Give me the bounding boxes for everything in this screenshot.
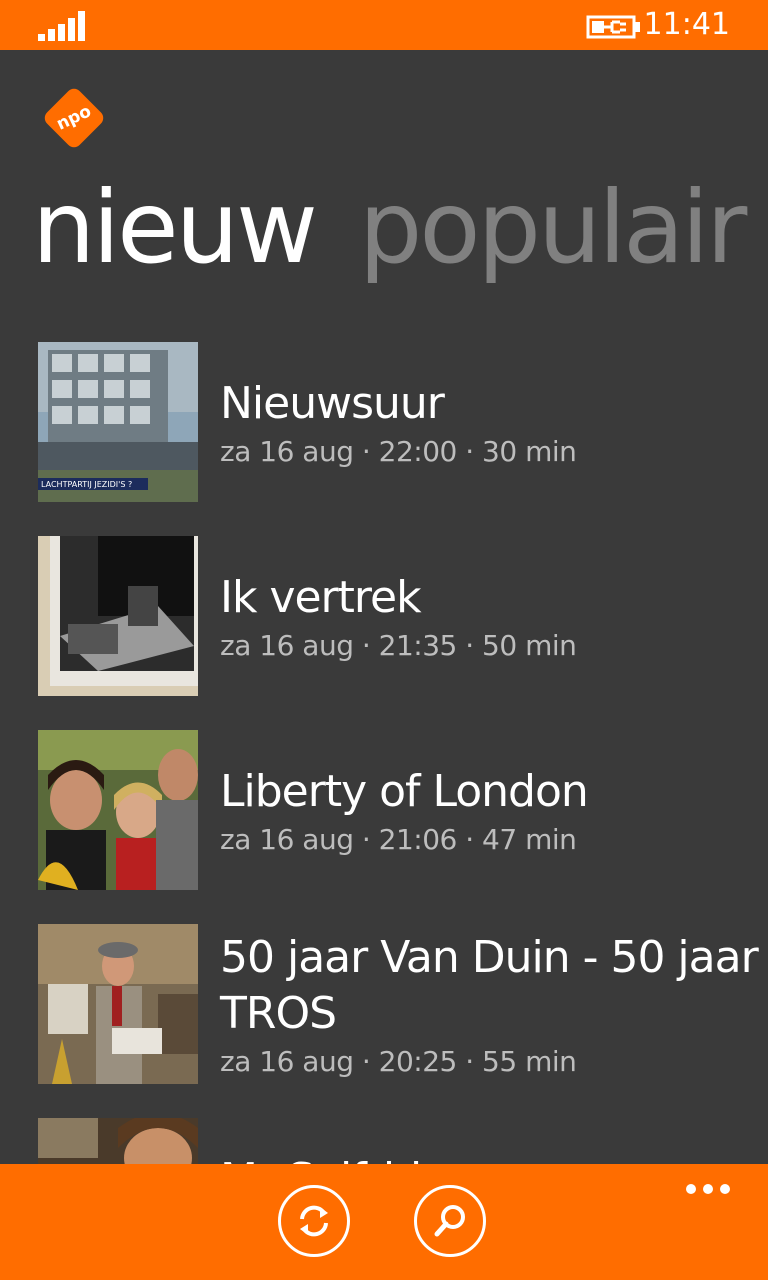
episode-text: Liberty of London za 16 aug · 21:06 · 47… bbox=[220, 764, 760, 860]
episode-text: 50 jaar Van Duin - 50 jaar TROS za 16 au… bbox=[220, 930, 760, 1082]
episode-title: Ik vertrek bbox=[220, 572, 422, 623]
episode-thumbnail bbox=[38, 924, 198, 1084]
signal-strength-icon bbox=[38, 11, 88, 41]
svg-text:LACHTPARTIJ JEZIDI'S ?: LACHTPARTIJ JEZIDI'S ? bbox=[41, 480, 132, 489]
episode-thumbnail bbox=[38, 730, 198, 890]
episode-text: Ik vertrek za 16 aug · 21:35 · 50 min bbox=[220, 570, 760, 666]
episode-thumbnail bbox=[38, 536, 198, 696]
episode-meta: za 16 aug · 20:25 · 55 min bbox=[220, 1045, 577, 1078]
list-item[interactable]: Ik vertrek za 16 aug · 21:35 · 50 min bbox=[38, 536, 768, 696]
episode-meta: za 16 aug · 21:06 · 47 min bbox=[220, 823, 577, 856]
episode-thumbnail: LACHTPARTIJ JEZIDI'S ? bbox=[38, 342, 198, 502]
episode-meta: za 16 aug · 22:00 · 30 min bbox=[220, 435, 577, 468]
episode-title: 50 jaar Van Duin - 50 jaar TROS bbox=[220, 932, 759, 1039]
episode-meta: za 16 aug · 21:35 · 50 min bbox=[220, 629, 577, 662]
pivot-header: nieuw populair bbox=[32, 168, 747, 288]
npo-logo-icon: npo bbox=[38, 82, 110, 154]
episode-title: Nieuwsuur bbox=[220, 378, 445, 429]
battery-charging-icon bbox=[586, 13, 642, 41]
list-item[interactable]: Liberty of London za 16 aug · 21:06 · 47… bbox=[38, 730, 768, 890]
episode-title: Liberty of London bbox=[220, 766, 589, 817]
search-button[interactable] bbox=[414, 1185, 486, 1257]
status-bar: 11:41 bbox=[0, 0, 768, 50]
list-item[interactable]: 50 jaar Van Duin - 50 jaar TROS za 16 au… bbox=[38, 924, 768, 1084]
app-bar bbox=[0, 1164, 768, 1280]
list-item[interactable]: LACHTPARTIJ JEZIDI'S ? Nieuwsuur za 16 a… bbox=[38, 342, 768, 502]
refresh-button[interactable] bbox=[278, 1185, 350, 1257]
clock: 11:41 bbox=[643, 7, 730, 42]
more-dots-icon[interactable] bbox=[686, 1178, 730, 1198]
episode-text: Nieuwsuur za 16 aug · 22:00 · 30 min bbox=[220, 376, 760, 472]
pivot-tab-populair[interactable]: populair bbox=[359, 169, 747, 286]
pivot-tab-nieuw[interactable]: nieuw bbox=[32, 169, 318, 286]
